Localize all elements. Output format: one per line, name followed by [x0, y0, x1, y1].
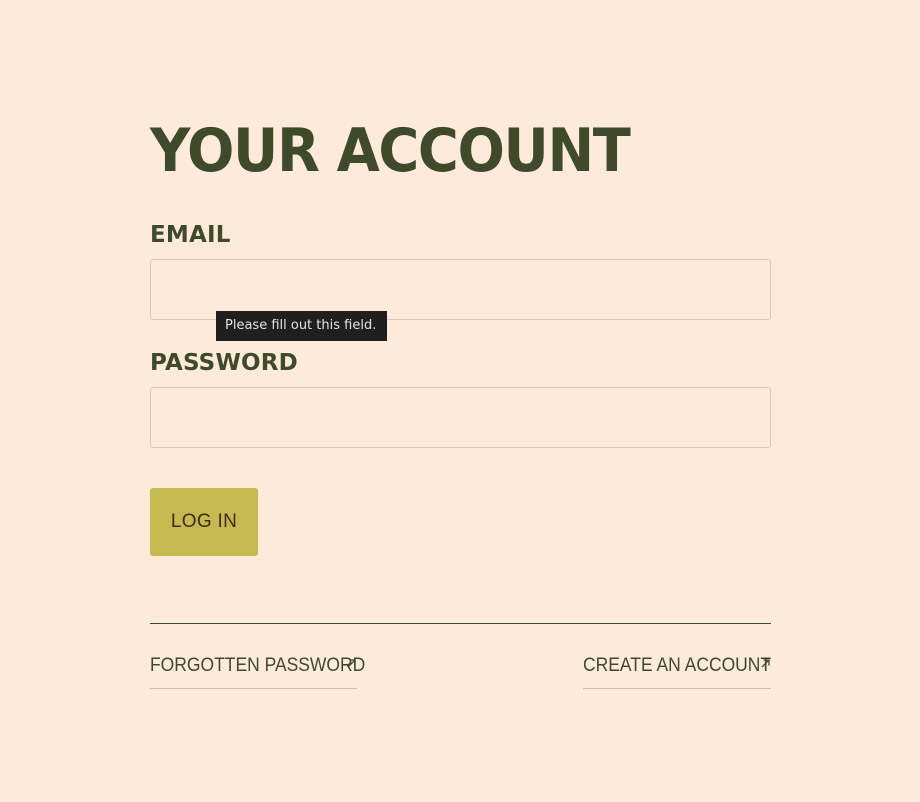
create-account-link[interactable]: CREATE AN ACCOUNT [583, 654, 771, 689]
divider [150, 623, 771, 624]
password-input[interactable] [150, 387, 771, 448]
forgotten-password-label: FORGOTTEN PASSWORD [150, 655, 366, 676]
validation-tooltip: Please fill out this field. [216, 311, 388, 341]
external-arrow-icon [347, 659, 356, 668]
email-label: EMAIL [150, 222, 231, 248]
external-arrow-icon [761, 659, 770, 668]
page-title: YOUR ACCOUNT [150, 116, 631, 186]
create-account-label: CREATE AN ACCOUNT [583, 655, 772, 676]
forgotten-password-link[interactable]: FORGOTTEN PASSWORD [150, 654, 365, 689]
password-label: PASSWORD [150, 350, 298, 376]
login-button[interactable]: LOG IN [150, 488, 258, 556]
